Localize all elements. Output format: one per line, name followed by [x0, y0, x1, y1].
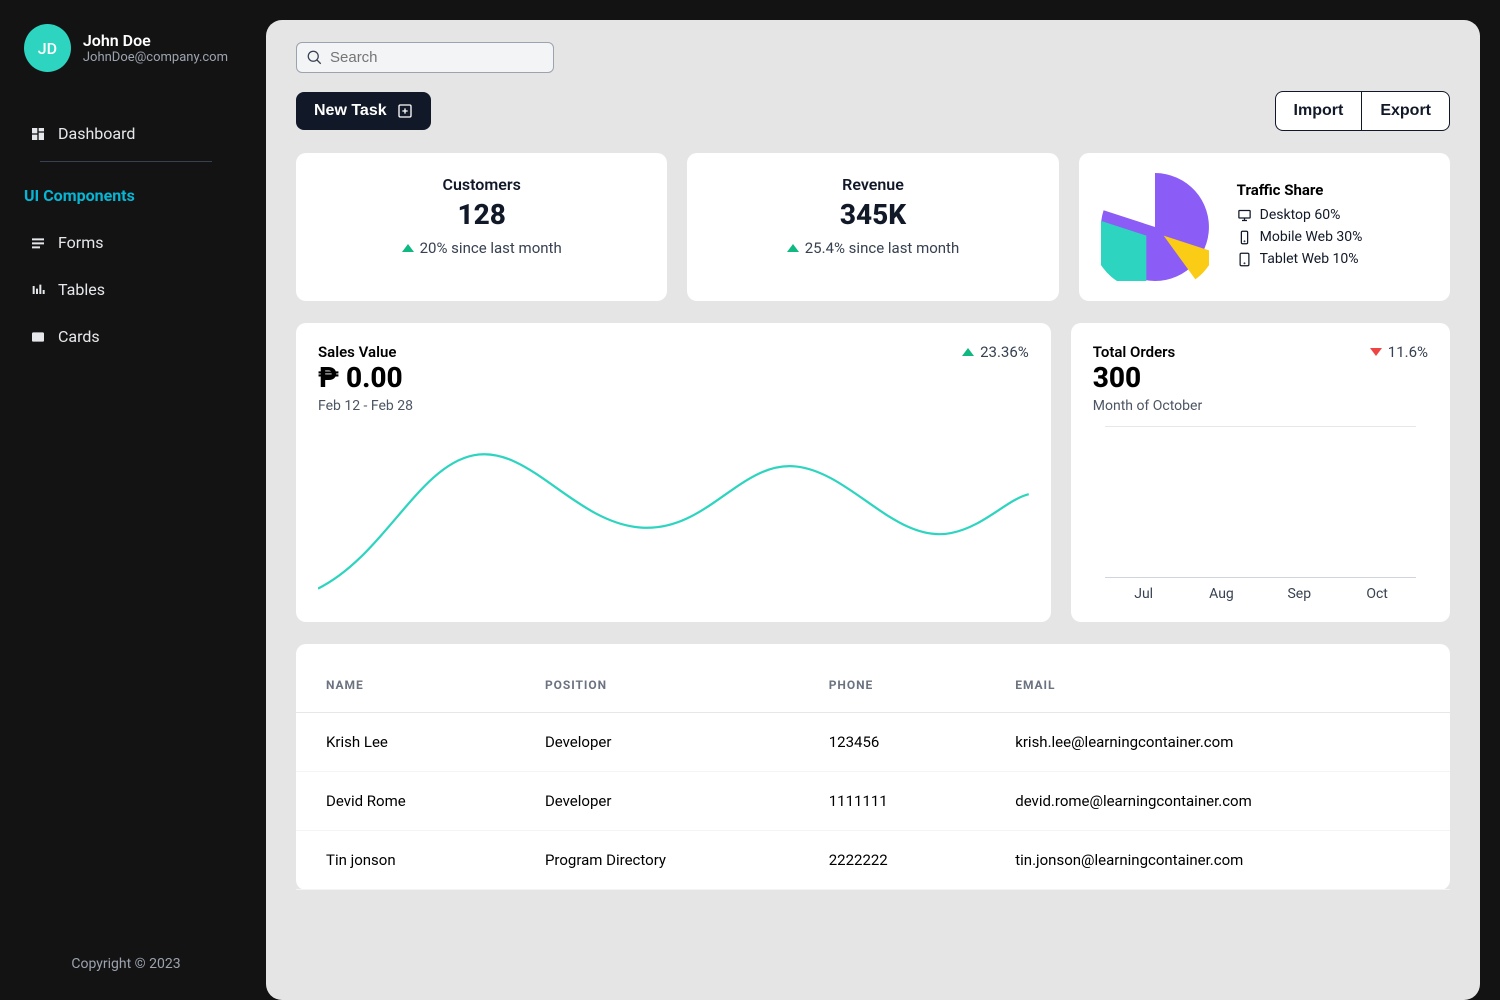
caret-down-icon: [1370, 348, 1382, 356]
cell-email: devid.rome@learningcontainer.com: [985, 772, 1450, 831]
customers-card: Customers 128 20% since last month: [296, 153, 667, 301]
sales-range: Feb 12 - Feb 28: [318, 398, 413, 414]
legend-tablet: Tablet Web 10%: [1237, 251, 1428, 267]
sidebar-item-label: Tables: [58, 280, 105, 299]
user-name: John Doe: [83, 31, 228, 50]
nav-heading-ui-components[interactable]: UI Components: [0, 166, 252, 219]
nav: Dashboard UI Components Forms Tables Car…: [0, 96, 252, 944]
caret-up-icon: [402, 244, 414, 252]
table-header-row: NAME POSITION PHONE EMAIL: [296, 658, 1450, 713]
bar-label: Jul: [1105, 586, 1183, 602]
sales-card: Sales Value ₱ 0.00 Feb 12 - Feb 28 23.36…: [296, 323, 1051, 622]
legend-desktop: Desktop 60%: [1237, 207, 1428, 223]
caret-up-icon: [787, 244, 799, 252]
bar-label: Oct: [1338, 586, 1416, 602]
cell-email: krish.lee@learningcontainer.com: [985, 713, 1450, 772]
copyright-text: Copyright © 2023: [0, 944, 252, 976]
sidebar-item-label: Forms: [58, 233, 104, 252]
sidebar-item-dashboard[interactable]: Dashboard: [0, 110, 252, 157]
table-row[interactable]: Devid RomeDeveloper1111111devid.rome@lea…: [296, 772, 1450, 831]
cell-position: Developer: [515, 772, 799, 831]
tables-icon: [30, 282, 46, 298]
orders-title: Total Orders: [1093, 343, 1202, 361]
cell-name: Tin jonson: [296, 831, 515, 890]
cell-position: Developer: [515, 713, 799, 772]
traffic-legend: Traffic Share Desktop 60% Mobile Web 30%…: [1237, 181, 1428, 273]
main-panel: New Task Import Export Customers 128 20%…: [266, 20, 1480, 1000]
sidebar-item-forms[interactable]: Forms: [0, 219, 252, 266]
stat-change: 25.4% since last month: [787, 239, 960, 257]
legend-mobile: Mobile Web 30%: [1237, 229, 1428, 245]
col-phone: PHONE: [799, 658, 986, 713]
cell-phone: 2222222: [799, 831, 986, 890]
table-row[interactable]: Krish LeeDeveloper123456krish.lee@learni…: [296, 713, 1450, 772]
mobile-icon: [1237, 230, 1252, 245]
cell-email: tin.jonson@learningcontainer.com: [985, 831, 1450, 890]
cell-phone: 1111111: [799, 772, 986, 831]
profile-block: JD John Doe JohnDoe@company.com: [0, 24, 252, 96]
traffic-pie-chart: [1101, 173, 1209, 281]
sidebar-item-label: Dashboard: [58, 124, 135, 143]
forms-icon: [30, 235, 46, 251]
users-table-card: NAME POSITION PHONE EMAIL Krish LeeDevel…: [296, 644, 1450, 890]
export-button[interactable]: Export: [1361, 91, 1450, 131]
desktop-icon: [1237, 208, 1252, 223]
tablet-icon: [1237, 252, 1252, 267]
sidebar: JD John Doe JohnDoe@company.com Dashboar…: [0, 0, 252, 1000]
bar-label: Sep: [1260, 586, 1338, 602]
table-row[interactable]: Tin jonsonProgram Directory2222222tin.jo…: [296, 831, 1450, 890]
stat-label: Revenue: [709, 175, 1036, 194]
sales-line-chart: [318, 422, 1029, 590]
search-icon: [307, 50, 322, 65]
orders-card: Total Orders 300 Month of October 11.6% …: [1071, 323, 1450, 622]
dashboard-icon: [30, 126, 46, 142]
sales-title: Sales Value: [318, 343, 413, 361]
stat-value: 128: [318, 198, 645, 231]
button-label: New Task: [314, 102, 387, 120]
col-position: POSITION: [515, 658, 799, 713]
traffic-card: Traffic Share Desktop 60% Mobile Web 30%…: [1079, 153, 1450, 301]
bar-label: Aug: [1183, 586, 1261, 602]
cell-name: Krish Lee: [296, 713, 515, 772]
action-row: New Task Import Export: [296, 91, 1450, 131]
sales-value: ₱ 0.00: [318, 361, 413, 394]
caret-up-icon: [962, 348, 974, 356]
users-table: NAME POSITION PHONE EMAIL Krish LeeDevel…: [296, 658, 1450, 890]
avatar[interactable]: JD: [24, 24, 71, 72]
user-email: JohnDoe@company.com: [83, 50, 228, 65]
revenue-card: Revenue 345K 25.4% since last month: [687, 153, 1058, 301]
import-export-group: Import Export: [1275, 91, 1450, 131]
orders-bar-chart: JulAugSepOct: [1093, 422, 1428, 602]
cell-phone: 123456: [799, 713, 986, 772]
sidebar-item-cards[interactable]: Cards: [0, 313, 252, 360]
cards-icon: [30, 329, 46, 345]
new-task-button[interactable]: New Task: [296, 92, 431, 130]
search-wrap[interactable]: [296, 42, 554, 73]
sidebar-item-tables[interactable]: Tables: [0, 266, 252, 313]
sidebar-item-label: Cards: [58, 327, 100, 346]
divider: [40, 161, 212, 162]
traffic-title: Traffic Share: [1237, 181, 1428, 199]
search-input[interactable]: [330, 49, 543, 66]
orders-sub: Month of October: [1093, 398, 1202, 414]
orders-value: 300: [1093, 361, 1202, 394]
col-email: EMAIL: [985, 658, 1450, 713]
stat-label: Customers: [318, 175, 645, 194]
import-button[interactable]: Import: [1275, 91, 1362, 131]
stat-value: 345K: [709, 198, 1036, 231]
sales-change: 23.36%: [962, 343, 1029, 361]
plus-square-icon: [397, 103, 413, 119]
stat-change: 20% since last month: [402, 239, 562, 257]
col-name: NAME: [296, 658, 515, 713]
cell-name: Devid Rome: [296, 772, 515, 831]
cell-position: Program Directory: [515, 831, 799, 890]
orders-change: 11.6%: [1370, 343, 1428, 361]
